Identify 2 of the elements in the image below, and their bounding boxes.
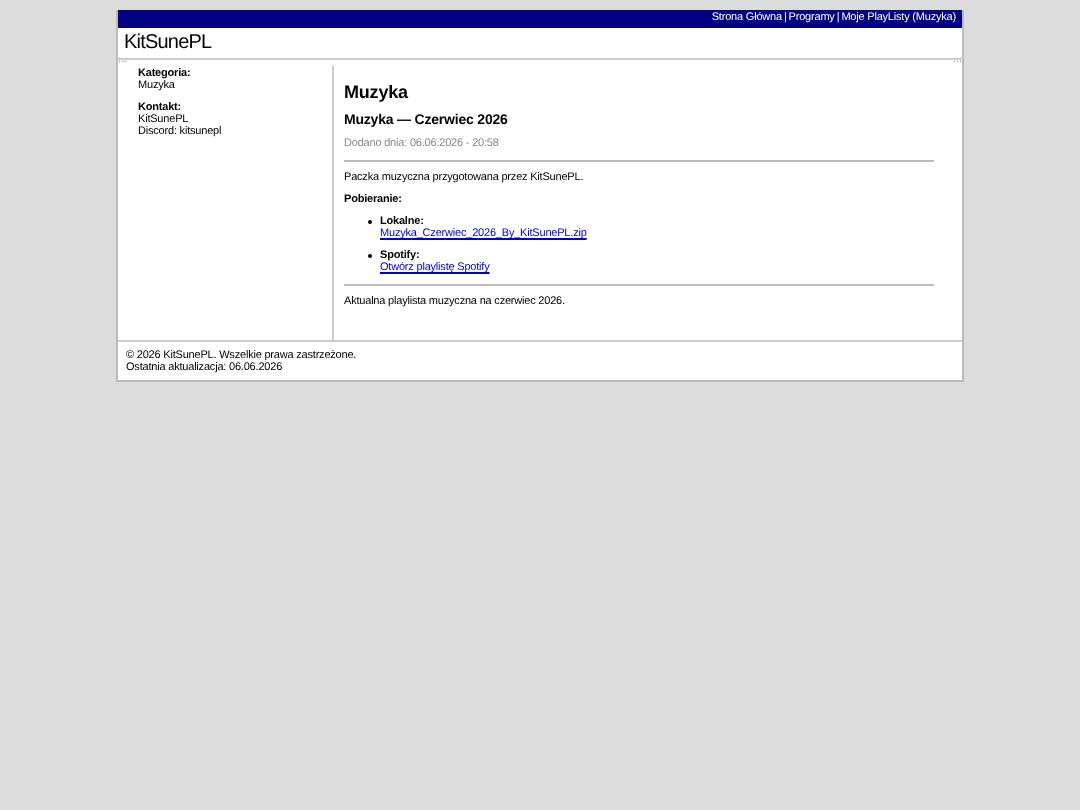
site-title: KitSunePL — [124, 32, 212, 54]
page-heading: Muzyka — [344, 82, 410, 102]
